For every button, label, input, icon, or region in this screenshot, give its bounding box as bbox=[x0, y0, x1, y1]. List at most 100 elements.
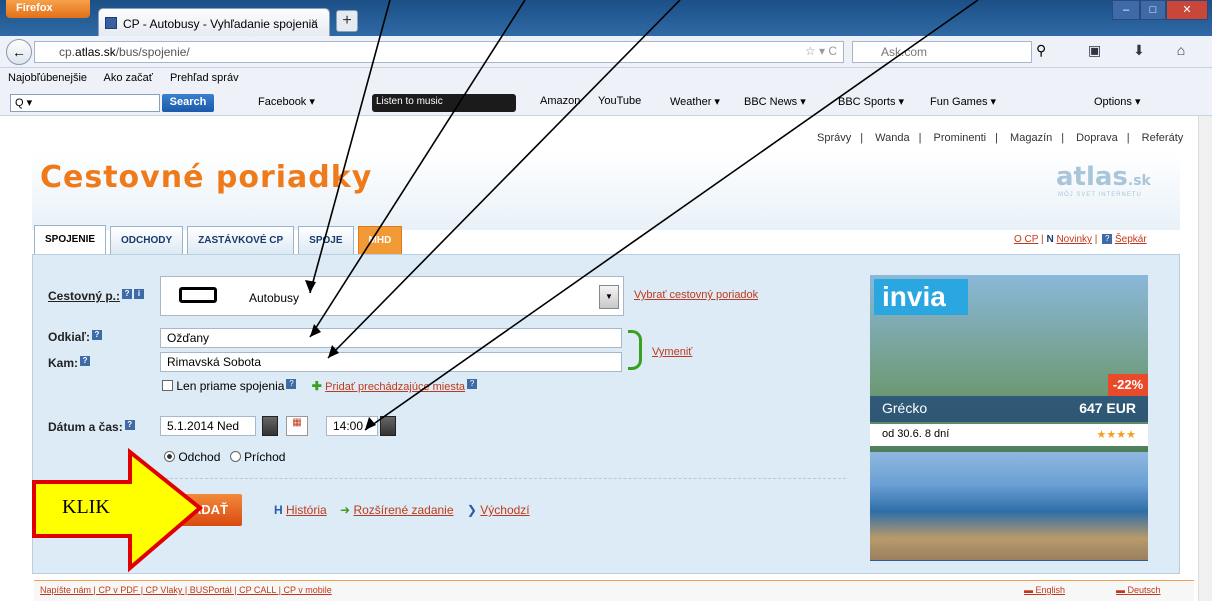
reload-icon[interactable]: ☆ ▾ C bbox=[805, 44, 837, 58]
back-button[interactable]: ← bbox=[6, 39, 32, 65]
toolbar-item-youtube[interactable]: YouTube bbox=[598, 95, 641, 107]
link-sepkar[interactable]: Šepkár bbox=[1115, 234, 1147, 245]
radio-prichod-label: Príchod bbox=[244, 450, 286, 464]
nav-link[interactable]: Referáty bbox=[1142, 132, 1184, 144]
tab-odchody[interactable]: ODCHODY bbox=[110, 226, 184, 254]
chevron-down-icon[interactable]: ▼ bbox=[599, 285, 619, 309]
url-prefix: cp. bbox=[59, 45, 76, 59]
plus-icon: ✚ bbox=[311, 379, 322, 393]
minimize-icon[interactable]: – bbox=[1112, 0, 1140, 20]
firefox-menu-button[interactable]: Firefox bbox=[6, 0, 90, 18]
ad-period-bar: od 30.6. 8 dní ★★★★ bbox=[870, 424, 1148, 446]
time-input[interactable]: 14:00 bbox=[326, 416, 378, 436]
maximize-icon[interactable]: □ bbox=[1140, 0, 1166, 20]
nav-link[interactable]: Prominenti bbox=[934, 132, 987, 144]
link-novinky[interactable]: Novinky bbox=[1056, 234, 1092, 245]
logo-subtitle: MÔJ SVET INTERNETU bbox=[1058, 192, 1142, 198]
calendar-icon[interactable]: ▦ bbox=[286, 416, 308, 436]
tab-spojenie[interactable]: SPOJENIE bbox=[34, 225, 107, 255]
ad-stars: ★★★★ bbox=[1096, 429, 1136, 441]
atlas-logo[interactable]: atlas.sk bbox=[1056, 162, 1151, 192]
navigation-bar: ← cp.atlas.sk/bus/spojenie/ ☆ ▾ C Ask.co… bbox=[0, 36, 1212, 68]
tab-mhd[interactable]: MHD bbox=[357, 226, 403, 254]
bookmark-item[interactable]: Najobľúbenejšie bbox=[8, 72, 87, 84]
toolbar-item-bbc-news[interactable]: BBC News ▾ bbox=[744, 95, 806, 108]
close-tab-icon[interactable]: × bbox=[311, 15, 318, 29]
toolbar-options[interactable]: Options ▾ bbox=[1094, 95, 1141, 108]
ad-period: od 30.6. 8 dní bbox=[882, 428, 950, 440]
window-controls: – □ ✕ bbox=[1112, 0, 1208, 20]
tab-zastavkove[interactable]: ZASTÁVKOVÉ CP bbox=[187, 226, 295, 254]
news-icon: N bbox=[1046, 234, 1054, 245]
new-tab-button[interactable]: + bbox=[336, 10, 358, 32]
advanced-link[interactable]: Rozšírené zadanie bbox=[353, 503, 453, 517]
bookmark-item[interactable]: Ako začať bbox=[104, 72, 153, 84]
direct-checkbox[interactable] bbox=[162, 380, 173, 391]
radio-odchod[interactable] bbox=[164, 451, 175, 462]
toolbar-item-bbc-sports[interactable]: BBC Sports ▾ bbox=[838, 95, 904, 108]
choose-timetable-link[interactable]: Vybrať cestovný poriadok bbox=[634, 289, 758, 301]
info-icon: i bbox=[134, 289, 145, 299]
history-link[interactable]: História bbox=[286, 503, 327, 517]
to-label: Kam:? bbox=[48, 356, 91, 370]
secondary-actions: H História ➜ Rozšírené zadanie ❯ Východz… bbox=[274, 503, 530, 517]
direct-label: Len priame spojenia bbox=[176, 379, 285, 393]
date-stepper[interactable] bbox=[262, 416, 278, 436]
close-window-icon[interactable]: ✕ bbox=[1166, 0, 1208, 20]
toolbar-item-amazon[interactable]: Amazon bbox=[540, 95, 580, 107]
search-icon[interactable]: ⚲ bbox=[1036, 42, 1046, 59]
nav-toolbar-icons[interactable]: ▣ ⬇ ⌂ bbox=[1088, 42, 1199, 59]
nav-link[interactable]: Wanda bbox=[875, 132, 909, 144]
chevron-right-icon: ❯ bbox=[466, 503, 477, 517]
ad-price: 647 EUR bbox=[1079, 400, 1136, 416]
toolbar-search-button[interactable]: Search bbox=[162, 94, 214, 112]
lang-english[interactable]: ▬ English bbox=[1024, 585, 1065, 595]
cp-label-text: Cestovný p.: bbox=[48, 289, 121, 303]
nav-link[interactable]: Správy bbox=[817, 132, 851, 144]
add-stops-link[interactable]: Pridať prechádzajúce miesta bbox=[325, 381, 465, 393]
url-domain: atlas.sk bbox=[75, 45, 116, 59]
arrow-right-icon: ➜ bbox=[340, 503, 351, 517]
from-label-text: Odkiaľ: bbox=[48, 330, 90, 344]
tab-spoje[interactable]: SPOJE bbox=[298, 226, 354, 254]
time-stepper[interactable] bbox=[380, 416, 396, 436]
swap-link[interactable]: Vymeniť bbox=[652, 346, 692, 358]
bus-icon bbox=[179, 287, 217, 303]
bookmark-item[interactable]: Prehľad správ bbox=[170, 72, 239, 84]
nav-link[interactable]: Magazín bbox=[1010, 132, 1052, 144]
radio-prichod[interactable] bbox=[229, 451, 241, 462]
link-o-cp[interactable]: O CP bbox=[1014, 234, 1038, 245]
swap-icon[interactable] bbox=[628, 330, 642, 370]
date-input[interactable]: 5.1.2014 Ned bbox=[160, 416, 256, 436]
cp-select[interactable]: Autobusy ▼ bbox=[160, 276, 624, 316]
page-favicon-icon bbox=[105, 17, 117, 29]
url-bar[interactable]: cp.atlas.sk/bus/spojenie/ ☆ ▾ C bbox=[34, 41, 844, 63]
toolbar-item-fun-games[interactable]: Fun Games ▾ bbox=[930, 95, 996, 108]
from-input[interactable]: Ožďany bbox=[160, 328, 622, 348]
footer-links[interactable]: Napíšte nám | CP v PDF | CP Vlaky | BUSP… bbox=[40, 585, 332, 595]
cp-select-value: Autobusy bbox=[249, 291, 300, 305]
toolbar-item-weather[interactable]: Weather ▾ bbox=[670, 95, 720, 108]
toolbar-item-facebook[interactable]: Facebook ▾ bbox=[258, 95, 315, 108]
radio-odchod-label: Odchod bbox=[178, 450, 221, 464]
default-link[interactable]: Východzí bbox=[480, 503, 529, 517]
page-title: Cestovné poriadky bbox=[40, 160, 373, 195]
help-icon: ? bbox=[124, 420, 135, 430]
url-path: /bus/spojenie/ bbox=[115, 45, 190, 59]
toolbar-item-music[interactable]: Listen to music bbox=[372, 94, 516, 112]
bookmarks-bar: Najobľúbenejšie Ako začať Prehľad správ bbox=[0, 68, 1212, 90]
lang-deutsch[interactable]: ▬ Deutsch bbox=[1116, 585, 1161, 595]
submit-button[interactable]: ZADAŤ bbox=[170, 494, 242, 526]
help-icon: ? bbox=[122, 289, 133, 299]
discount-badge: -22% bbox=[1108, 374, 1148, 396]
nav-link[interactable]: Doprava bbox=[1076, 132, 1118, 144]
direction-radios: Odchod Príchod bbox=[164, 450, 285, 464]
search-input[interactable]: Ask.com bbox=[852, 41, 1032, 63]
ad-image[interactable] bbox=[870, 452, 1148, 560]
to-input[interactable]: Rimavská Sobota bbox=[160, 352, 622, 372]
browser-tab[interactable]: CP - Autobusy - Vyhľadanie spojenia × bbox=[98, 8, 330, 36]
klik-label: KLIK bbox=[62, 496, 110, 518]
tab-bar: SPOJENIE ODCHODY ZASTÁVKOVÉ CP SPOJE MHD bbox=[34, 225, 406, 255]
scrollbar[interactable] bbox=[1198, 116, 1212, 601]
toolbar-search-input[interactable]: Q ▾ bbox=[10, 94, 160, 112]
